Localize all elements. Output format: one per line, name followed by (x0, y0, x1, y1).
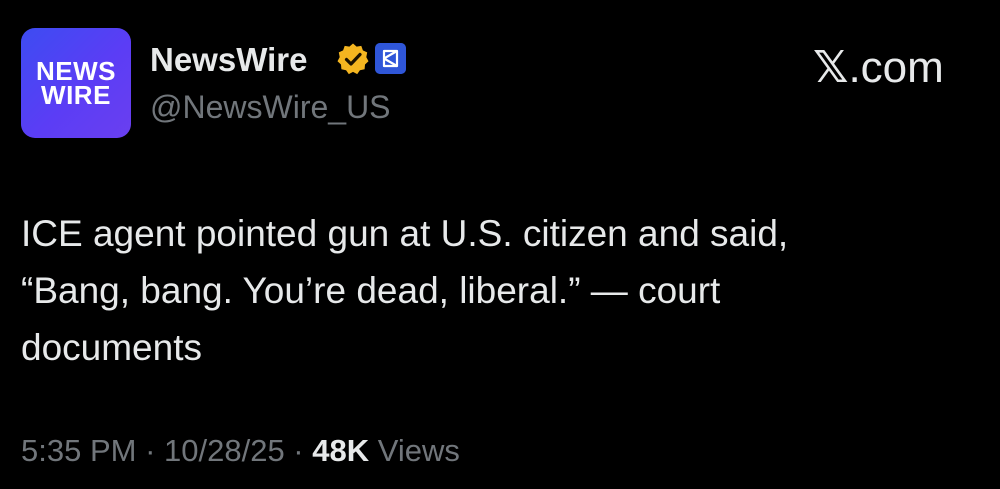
views-label: Views (369, 433, 460, 468)
post-date[interactable]: 10/28/25 (164, 433, 285, 468)
meta-separator: · (284, 433, 313, 468)
tweet-text-line: “Bang, bang. You’re dead, liberal.” — co… (21, 270, 721, 311)
post-time[interactable]: 5:35 PM (21, 433, 136, 468)
x-logo-icon: 𝕏 (813, 42, 849, 93)
author-handle[interactable]: @NewsWire_US (150, 87, 391, 127)
meta-separator: · (136, 433, 165, 468)
avatar-text-line2: WIRE (41, 80, 111, 110)
affiliate-badge-icon[interactable] (375, 43, 406, 74)
brand-suffix: .com (848, 43, 944, 92)
tweet-text-line: ICE agent pointed gun at U.S. citizen an… (21, 213, 789, 254)
avatar[interactable]: NEWS WIRE (21, 28, 131, 138)
tweet-text: ICE agent pointed gun at U.S. citizen an… (21, 205, 981, 376)
x-com-brand: 𝕏.com (813, 42, 944, 94)
tweet-text-line: documents (21, 327, 202, 368)
tweet-card: NEWS WIRE NewsWire @NewsWire_US 𝕏.com IC… (0, 0, 1000, 489)
author-display-name[interactable]: NewsWire (150, 40, 307, 80)
views-count[interactable]: 48K (312, 433, 369, 468)
verified-badge-icon[interactable] (336, 42, 370, 76)
tweet-metadata: 5:35 PM · 10/28/25 · 48K Views (21, 431, 460, 471)
